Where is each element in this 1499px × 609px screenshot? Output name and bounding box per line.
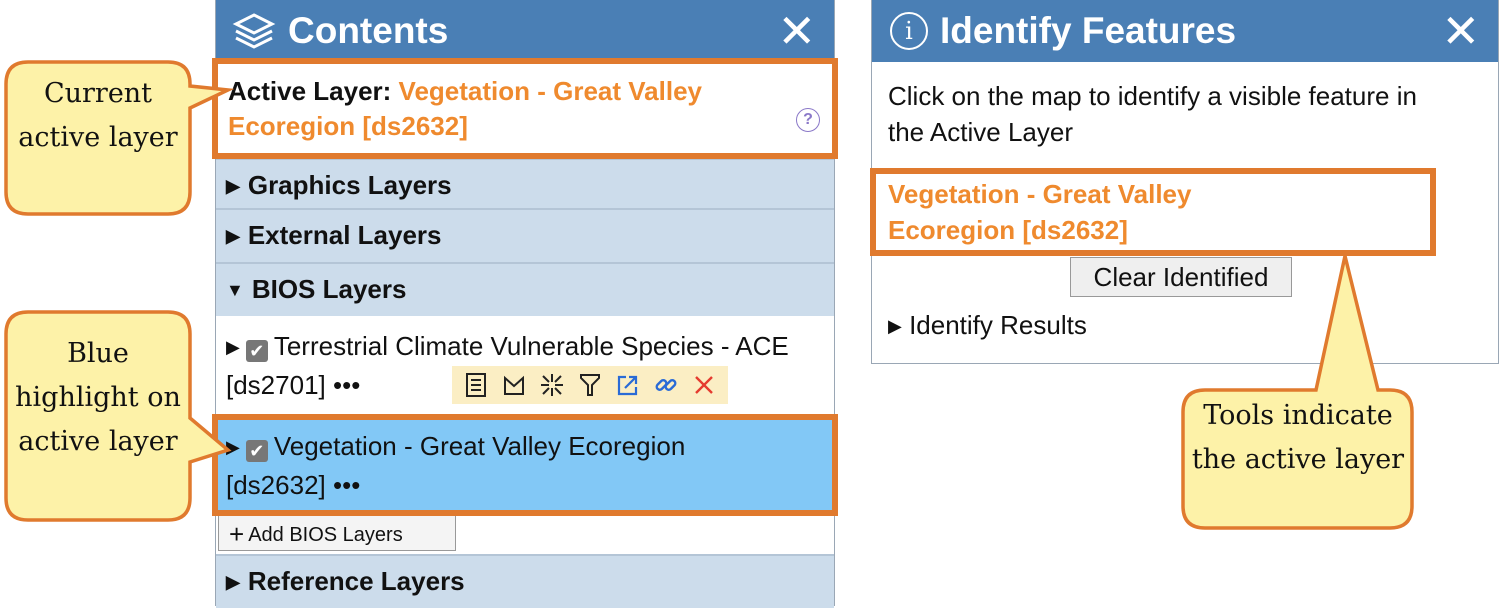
group-label: Reference Layers <box>247 566 465 596</box>
layer-name: Vegetation - Great Valley Ecoregion [ds2… <box>226 431 686 500</box>
plus-icon: + <box>229 519 245 549</box>
identify-panel: i Identify Features ✕ Click on the map t… <box>871 0 1499 364</box>
callout-tools-text: Tools indicate the active layer <box>1191 400 1405 475</box>
expand-arrow-icon[interactable]: ▶ <box>226 337 240 357</box>
callout-blue-text: Blue highlight on active layer <box>15 338 181 457</box>
layer-toolbar <box>452 366 728 404</box>
filter-icon[interactable] <box>576 371 604 399</box>
identify-title: Identify Features <box>940 10 1237 51</box>
active-layer-box: Active Layer: Vegetation - Great Valley … <box>216 62 834 158</box>
remove-icon[interactable] <box>690 371 718 399</box>
add-button-label: Add BIOS Layers <box>248 524 403 546</box>
table-icon[interactable] <box>462 371 490 399</box>
clear-identified-button[interactable]: Clear Identified <box>1070 257 1292 297</box>
group-label: Graphics Layers <box>247 170 452 200</box>
callout-active-text: Current active layer <box>18 78 178 153</box>
results-label: Identify Results <box>909 310 1087 340</box>
group-graphics-layers[interactable]: ▶ Graphics Layers <box>216 158 834 212</box>
identify-active-layer: Vegetation - Great Valley Ecoregion [ds2… <box>888 179 1192 245</box>
add-bios-layers-button[interactable]: + Add BIOS Layers <box>218 513 456 551</box>
help-icon[interactable]: ? <box>796 108 820 132</box>
layers-icon <box>232 13 276 49</box>
identify-instruction: Click on the map to identify a visible f… <box>888 81 1417 147</box>
expand-arrow-icon: ▶ <box>226 572 240 592</box>
more-options-icon[interactable]: ••• <box>333 370 360 400</box>
active-layer-label: Active Layer: <box>228 76 392 106</box>
info-icon: i <box>890 12 928 50</box>
identify-results-toggle[interactable]: ▶ Identify Results <box>888 310 1087 341</box>
link-icon[interactable] <box>652 371 680 399</box>
expand-arrow-icon: ▶ <box>226 226 240 246</box>
expand-arrow-icon: ▶ <box>226 176 240 196</box>
group-external-layers[interactable]: ▶ External Layers <box>216 208 834 262</box>
layer-row-active[interactable]: ▶ ✔ Vegetation - Great Valley Ecoregion [d… <box>216 418 834 512</box>
layer-row[interactable]: ▶ ✔ Terrestrial Climate Vulnerable Species… <box>216 316 834 418</box>
group-label: BIOS Layers <box>251 274 407 304</box>
group-label: External Layers <box>247 220 442 250</box>
group-reference-layers[interactable]: ▶ Reference Layers <box>216 554 834 608</box>
legend-icon[interactable] <box>500 371 528 399</box>
contents-header: Contents ✕ <box>216 0 834 62</box>
identify-header: i Identify Features ✕ <box>872 0 1498 62</box>
layer-checkbox[interactable]: ✔ <box>245 340 268 362</box>
contents-panel: Contents ✕ Active Layer: Vegetation - Gr… <box>215 0 835 608</box>
contents-title: Contents <box>288 10 449 51</box>
expand-arrow-icon[interactable]: ▶ <box>226 437 240 457</box>
layer-checkbox[interactable]: ✔ <box>245 440 268 462</box>
close-icon[interactable]: ✕ <box>1441 6 1480 56</box>
group-bios-layers[interactable]: ▼ BIOS Layers <box>216 262 834 316</box>
close-icon[interactable]: ✕ <box>777 6 816 56</box>
zoom-to-icon[interactable] <box>538 371 566 399</box>
open-icon[interactable] <box>614 371 642 399</box>
expand-arrow-icon: ▶ <box>888 316 902 336</box>
more-options-icon[interactable]: ••• <box>333 470 360 500</box>
collapse-arrow-icon: ▼ <box>226 280 244 300</box>
